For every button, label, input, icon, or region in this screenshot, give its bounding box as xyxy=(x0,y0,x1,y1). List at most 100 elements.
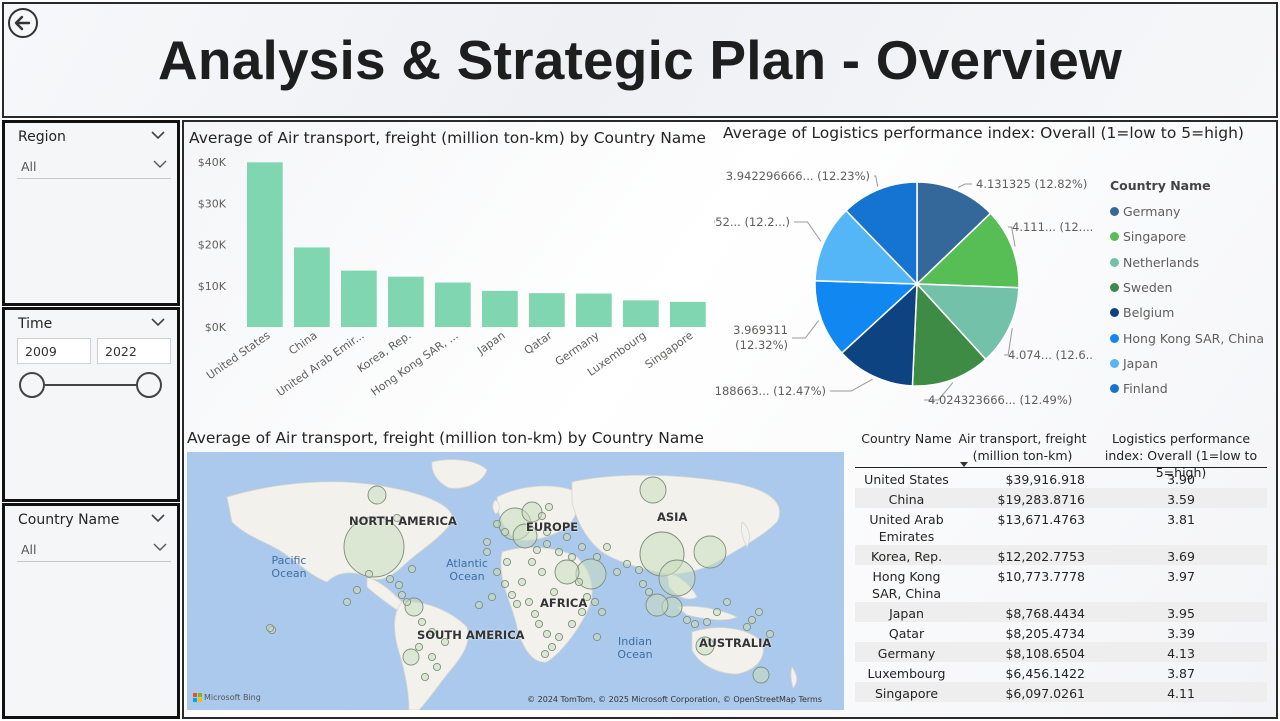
bubble-map[interactable]: NORTH AMERICA EUROPE ASIA AFRICA SOUTH A… xyxy=(187,452,844,710)
map-bubble[interactable] xyxy=(537,567,547,577)
table-row[interactable]: Korea, Rep. $12,202.7753 3.69 xyxy=(855,545,1267,565)
map-bubble[interactable] xyxy=(540,649,550,659)
bar-8[interactable] xyxy=(623,300,659,327)
pie-legend-item[interactable]: Netherlands xyxy=(1110,250,1280,275)
bar-9[interactable] xyxy=(670,301,706,327)
map-bubble[interactable] xyxy=(638,579,648,589)
map-bubble[interactable] xyxy=(394,580,404,590)
table-row[interactable]: United States $39,916.918 3.90 xyxy=(855,468,1267,488)
table-row[interactable]: United Arab Emirates $13,671.4763 3.81 xyxy=(855,508,1267,545)
bar-6[interactable] xyxy=(529,293,565,327)
map-bubble[interactable] xyxy=(500,579,510,589)
map-bubble[interactable] xyxy=(482,547,492,557)
map-bubble[interactable] xyxy=(492,519,502,529)
bar-1[interactable] xyxy=(294,247,330,327)
map-bubble[interactable] xyxy=(420,672,430,682)
map-bubble[interactable] xyxy=(567,619,577,629)
map-bubble[interactable] xyxy=(500,527,510,537)
bar-5[interactable] xyxy=(482,290,518,327)
map-bubble[interactable] xyxy=(590,597,600,607)
table-header-country[interactable]: Country Name xyxy=(859,430,954,447)
bar-0[interactable] xyxy=(247,162,283,327)
map-bubble[interactable] xyxy=(562,532,572,542)
map-bubble[interactable] xyxy=(554,547,564,557)
map-bubble[interactable] xyxy=(532,545,542,555)
pie-legend-item[interactable]: Belgium xyxy=(1110,300,1280,325)
bar-7[interactable] xyxy=(576,293,612,327)
map-bubble[interactable] xyxy=(402,648,420,666)
map-bubble[interactable] xyxy=(754,607,764,617)
map-bubble[interactable] xyxy=(544,502,554,512)
map-bubble[interactable] xyxy=(693,535,727,569)
bar-3[interactable] xyxy=(388,276,424,327)
map-bubble[interactable] xyxy=(527,557,537,567)
map-bubble[interactable] xyxy=(752,666,770,684)
map-bubble[interactable] xyxy=(492,567,502,577)
table-row[interactable]: Germany $8,108.6504 4.13 xyxy=(855,642,1267,662)
pie-legend-item[interactable]: Sweden xyxy=(1110,275,1280,300)
map-bubble[interactable] xyxy=(517,577,527,587)
map-bubble[interactable] xyxy=(547,642,557,652)
map-bubble[interactable] xyxy=(364,569,374,579)
map-bubble[interactable] xyxy=(549,587,559,597)
map-bubble[interactable] xyxy=(432,662,442,672)
map-bubble[interactable] xyxy=(639,476,667,504)
map-bubble[interactable] xyxy=(542,539,552,549)
chevron-down-icon[interactable] xyxy=(151,514,165,523)
map-bubble[interactable] xyxy=(352,585,362,595)
map-bubble[interactable] xyxy=(612,567,622,577)
chevron-down-icon[interactable] xyxy=(151,318,165,327)
map-bubble[interactable] xyxy=(682,615,692,625)
map-bubble[interactable] xyxy=(554,632,564,642)
map-bubble[interactable] xyxy=(742,622,752,632)
map-bubble[interactable] xyxy=(507,590,517,600)
pie-legend-item[interactable]: Germany xyxy=(1110,199,1280,224)
map-bubble[interactable] xyxy=(487,592,497,602)
map-bubble[interactable] xyxy=(502,557,512,567)
time-end-input[interactable]: 2022 xyxy=(97,338,171,364)
map-bubble[interactable] xyxy=(644,587,654,597)
table-row[interactable]: Luxembourg $6,456.1422 3.87 xyxy=(855,662,1267,682)
region-dropdown[interactable]: All xyxy=(17,153,171,179)
map-bubble[interactable] xyxy=(482,537,492,547)
map-bubble[interactable] xyxy=(634,565,644,575)
map-bubble[interactable] xyxy=(402,597,412,607)
pie-legend-item[interactable]: Japan xyxy=(1110,351,1280,376)
chevron-down-icon[interactable] xyxy=(151,131,165,140)
map-bubble[interactable] xyxy=(645,593,669,617)
map-bubble[interactable] xyxy=(592,552,602,562)
map-bubble[interactable] xyxy=(602,542,612,552)
map-bubble[interactable] xyxy=(417,617,427,627)
map-bubble[interactable] xyxy=(534,619,544,629)
pie-legend-item[interactable]: Hong Kong SAR, China xyxy=(1110,325,1280,350)
map-bubble[interactable] xyxy=(530,609,540,619)
map-bubble[interactable] xyxy=(690,619,700,629)
table-row[interactable]: Japan $8,768.4434 3.95 xyxy=(855,602,1267,622)
map-bubble[interactable] xyxy=(747,615,757,625)
map-bubble[interactable] xyxy=(265,623,275,633)
pie-legend-item[interactable]: Finland xyxy=(1110,376,1280,401)
map-bubble[interactable] xyxy=(397,590,407,600)
map-bubble[interactable] xyxy=(537,511,547,521)
map-bubble[interactable] xyxy=(542,629,552,639)
map-bubble[interactable] xyxy=(512,599,522,609)
map-bubble[interactable] xyxy=(597,607,607,617)
table-row[interactable]: Qatar $8,205.4734 3.39 xyxy=(855,622,1267,642)
table-row[interactable]: Hong Kong SAR, China $10,773.7778 3.97 xyxy=(855,565,1267,602)
map-bubble[interactable] xyxy=(622,559,632,569)
table-header-air-freight[interactable]: Air transport, freight (million ton-km) xyxy=(955,430,1090,464)
map-bubble[interactable] xyxy=(592,632,602,642)
map-bubble[interactable] xyxy=(574,577,584,587)
map-credit[interactable]: © 2024 TomTom, © 2025 Microsoft Corporat… xyxy=(527,695,822,704)
table-row[interactable]: Singapore $6,097.0261 4.11 xyxy=(855,682,1267,702)
map-bubble[interactable] xyxy=(524,597,534,607)
map-bubble[interactable] xyxy=(474,600,484,610)
bar-2[interactable] xyxy=(341,270,377,327)
map-bubble[interactable] xyxy=(658,559,696,597)
map-bubble[interactable] xyxy=(342,597,352,607)
map-bubble[interactable] xyxy=(414,642,424,652)
map-bubble[interactable] xyxy=(367,485,387,505)
map-bubble[interactable] xyxy=(521,501,543,523)
pie-legend-item[interactable]: Singapore xyxy=(1110,224,1280,249)
map-bubble[interactable] xyxy=(702,617,712,627)
